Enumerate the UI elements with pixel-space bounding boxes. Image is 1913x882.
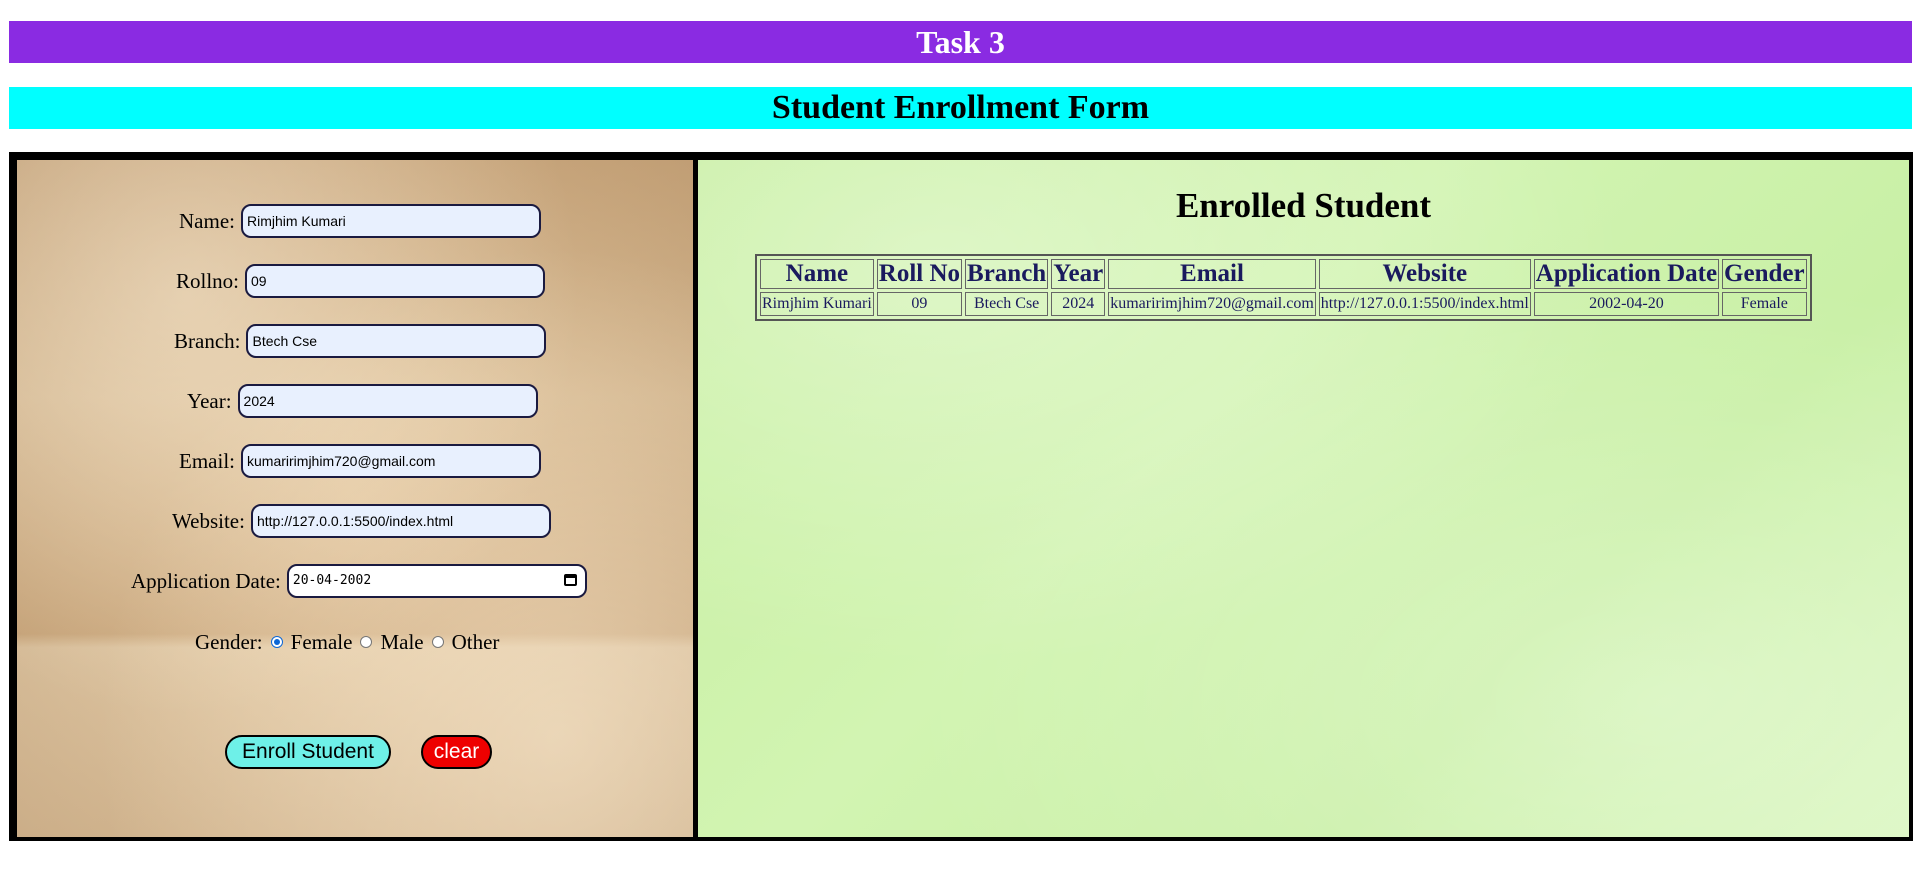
task-title: Task 3 [9,21,1912,63]
cell-gender: Female [1722,292,1807,316]
form-title: Student Enrollment Form [9,87,1912,129]
enrollment-form: Name: Rollno: Branch: Year: Email: Websi… [17,160,693,837]
cell-email: kumaririmjhim720@gmail.com [1108,292,1316,316]
year-input[interactable] [237,384,538,418]
website-label: Website: [172,508,245,533]
cell-name: Rimjhim Kumari [760,292,874,316]
gender-row: Gender: Female Male Other [195,628,499,655]
header-branch: Branch [965,259,1049,289]
rollno-label: Rollno: [176,268,240,293]
application-date-input[interactable]: 20-04-2002 [286,564,587,598]
cell-application-date: 2002-04-20 [1533,292,1720,316]
branch-row: Branch: [174,324,547,358]
enrolled-table: Name Roll No Branch Year Email Website A… [755,254,1812,321]
rollno-input[interactable] [245,264,546,298]
header-email: Email [1108,259,1316,289]
gender-male-radio[interactable] [360,636,373,649]
enroll-student-button[interactable]: Enroll Student [225,735,391,769]
gender-male-label[interactable]: Male [380,630,423,655]
header-name: Name [760,259,874,289]
header-roll-no: Roll No [876,259,963,289]
rollno-row: Rollno: [176,264,546,298]
email-row: Email: [179,444,541,478]
table-row: Rimjhim Kumari 09 Btech Cse 2024 kumarir… [760,292,1807,316]
name-label: Name: [179,208,235,233]
cell-year: 2024 [1051,292,1106,316]
cell-website: http://127.0.0.1:5500/index.html [1318,292,1531,316]
website-row: Website: [172,504,551,538]
year-label: Year: [187,388,232,413]
enrolled-panel: Enrolled Student Name Roll No Branch Yea… [698,160,1909,837]
table-header-row: Name Roll No Branch Year Email Website A… [760,259,1807,289]
year-row: Year: [187,384,538,418]
name-row: Name: [179,204,541,238]
name-input[interactable] [240,204,541,238]
header-gender: Gender [1722,259,1807,289]
branch-input[interactable] [246,324,547,358]
cell-branch: Btech Cse [965,292,1049,316]
gender-female-label[interactable]: Female [291,630,353,655]
website-input[interactable] [250,504,551,538]
gender-female-radio[interactable] [270,636,283,649]
header-application-date: Application Date [1533,259,1720,289]
gender-other-radio[interactable] [431,636,444,649]
clear-button[interactable]: clear [421,735,492,769]
header-year: Year [1051,259,1106,289]
gender-other-label[interactable]: Other [452,630,500,655]
calendar-icon[interactable] [563,574,577,586]
email-label: Email: [179,448,235,473]
main-frame: Name: Rollno: Branch: Year: Email: Websi… [9,152,1913,841]
cell-roll-no: 09 [876,292,963,316]
enrolled-title: Enrolled Student [1175,186,1432,225]
application-date-label: Application Date: [131,568,281,593]
application-date-value: 20-04-2002 [292,573,372,588]
email-input[interactable] [241,444,541,478]
branch-label: Branch: [174,328,241,353]
gender-label: Gender: [195,629,263,654]
header-website: Website [1318,259,1531,289]
application-date-row: Application Date: 20-04-2002 [131,564,587,598]
